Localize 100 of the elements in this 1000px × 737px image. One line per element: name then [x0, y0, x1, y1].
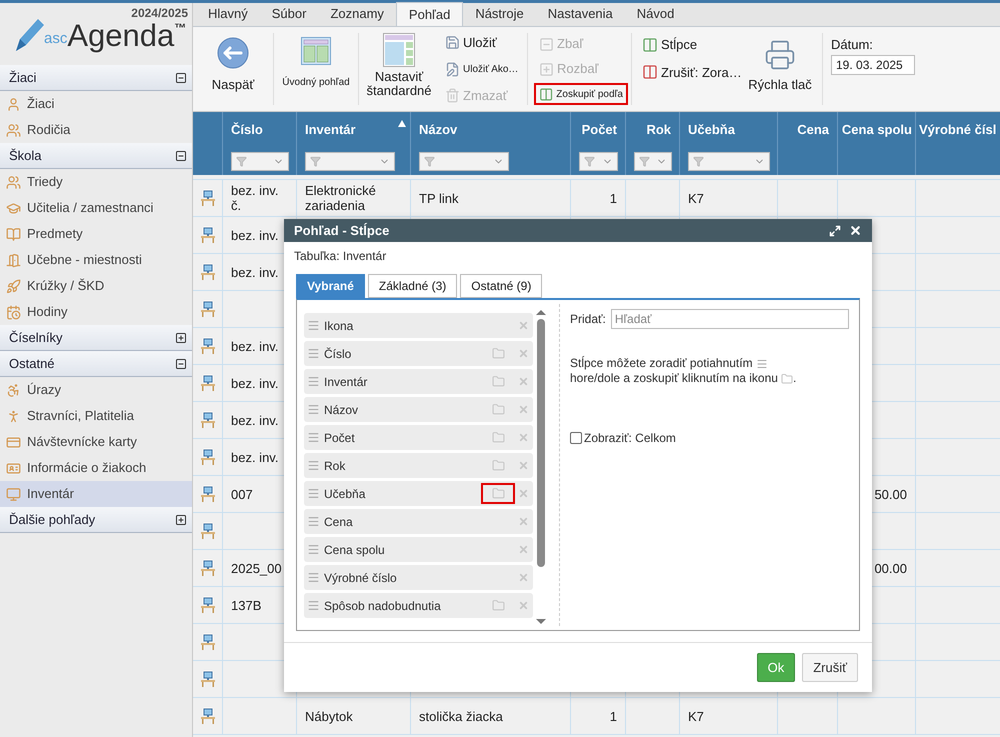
item-icon: [6, 486, 21, 502]
filter-dropdown[interactable]: [305, 152, 395, 170]
school-year: 2024/2025: [131, 5, 188, 22]
group-button[interactable]: Zoskupiť podľa: [534, 83, 628, 105]
column-list-item[interactable]: Cena: [304, 509, 533, 534]
column-list-item[interactable]: Cena spolu: [304, 537, 533, 562]
column-header[interactable]: Učebňa: [680, 112, 778, 175]
filter-dropdown[interactable]: [419, 152, 509, 170]
save-icon: [445, 35, 460, 50]
printer-icon: [764, 39, 796, 71]
filter-icon: [584, 156, 595, 166]
sidebar-item[interactable]: Učitelia / zamestnanci: [0, 195, 192, 221]
remove-icon: [518, 488, 529, 499]
column-header[interactable]: Rok: [626, 112, 680, 175]
drag-handle-icon: [307, 431, 320, 444]
folder-icon: [492, 459, 504, 472]
sidebar-item[interactable]: Učebne - miestnosti: [0, 247, 192, 273]
column-list-item[interactable]: Výrobné číslo: [304, 565, 533, 590]
sidebar-item[interactable]: Návštevnícke karty: [0, 429, 192, 455]
filter-dropdown[interactable]: [634, 152, 672, 170]
quick-print-button[interactable]: Rýchla tlač: [744, 33, 816, 105]
column-header[interactable]: Výrobné čísl: [916, 112, 1000, 175]
sidebar-group-header[interactable]: Ostatné: [0, 351, 192, 377]
logo-name: Agenda: [67, 19, 174, 53]
column-header[interactable]: Názov: [411, 112, 571, 175]
trash-icon: [445, 88, 460, 103]
filter-icon: [424, 156, 435, 166]
columns-icon: [642, 36, 658, 53]
column-list-item[interactable]: Inventár: [304, 369, 533, 394]
column-button[interactable]: Zrušiť: Zora…: [642, 62, 744, 82]
column-list-item[interactable]: Počet: [304, 425, 533, 450]
sidebar-item[interactable]: Stravníci, Platitelia: [0, 403, 192, 429]
sidebar-item[interactable]: Rodičia: [0, 117, 192, 143]
item-icon: [6, 200, 21, 216]
dialog-tab[interactable]: Základné (3): [368, 274, 458, 298]
sidebar-group-header[interactable]: Žiaci: [0, 65, 192, 91]
sidebar-item[interactable]: Krúžky / ŠKD: [0, 273, 192, 299]
column-list-item[interactable]: Spôsob nadobudnutia: [304, 593, 533, 618]
column-list-item[interactable]: Názov: [304, 397, 533, 422]
column-header[interactable]: Inventár: [297, 112, 411, 175]
menu-tab[interactable]: Návod: [624, 2, 686, 26]
trademark-sign: ™: [174, 20, 186, 35]
column-list-item[interactable]: Ikona: [304, 313, 533, 338]
dialog-tab[interactable]: Vybrané: [296, 274, 365, 298]
file-button[interactable]: Uložiť: [445, 33, 523, 52]
column-header[interactable]: Číslo: [223, 112, 297, 175]
sidebar-item[interactable]: Informácie o žiakoch: [0, 455, 192, 481]
sidebar-item[interactable]: Žiaci: [0, 91, 192, 117]
layout-icon: [301, 37, 331, 65]
reset-view-button[interactable]: Nastaviť štandardné: [359, 33, 439, 105]
column-header[interactable]: Cena: [778, 112, 838, 175]
maximize-icon[interactable]: [829, 224, 841, 236]
filter-dropdown[interactable]: [579, 152, 618, 170]
search-field[interactable]: Hľadať: [610, 309, 849, 329]
dialog-tab[interactable]: Ostatné (9): [460, 274, 542, 298]
home-view-button[interactable]: Úvodný pohľad: [274, 33, 358, 105]
menu-tab[interactable]: Hlavný: [196, 2, 260, 26]
table-cell: 007: [231, 486, 253, 502]
column-button[interactable]: Stĺpce: [642, 35, 744, 54]
sidebar-group-header[interactable]: Číselníky: [0, 325, 192, 351]
sidebar-item[interactable]: Predmety: [0, 221, 192, 247]
menu-tab[interactable]: Nástroje: [463, 2, 536, 26]
remove-icon: [518, 432, 529, 443]
menu-tab[interactable]: Zoznamy: [318, 2, 396, 26]
menu-tab[interactable]: Súbor: [260, 2, 318, 26]
remove-icon: [518, 348, 529, 359]
sidebar-item[interactable]: Hodiny: [0, 299, 192, 325]
group-by-button[interactable]: [481, 483, 515, 504]
column-header[interactable]: Cena spolu: [838, 112, 916, 175]
remove-icon: [518, 600, 529, 611]
layout-icon: [383, 33, 415, 67]
table-cell: 137B: [231, 598, 262, 612]
filter-dropdown[interactable]: [688, 152, 770, 170]
file-button[interactable]: Uložiť Ako…: [445, 62, 523, 76]
sidebar-item[interactable]: Triedy: [0, 169, 192, 195]
edit-file-icon: [445, 62, 460, 76]
back-button[interactable]: Naspäť: [193, 33, 273, 105]
close-icon[interactable]: [849, 224, 862, 237]
column-list-item[interactable]: Učebňa: [304, 481, 533, 506]
menu-tab[interactable]: Pohľad: [396, 2, 464, 26]
filter-dropdown[interactable]: [231, 152, 289, 170]
table-cell: 1: [610, 190, 617, 206]
column-list-item[interactable]: Číslo: [304, 341, 533, 366]
sidebar-item[interactable]: Inventár: [0, 481, 192, 507]
item-icon: [6, 226, 21, 242]
menu-tab[interactable]: Nastavenia: [536, 2, 625, 26]
show-total-checkbox[interactable]: Zobraziť: Celkom: [570, 429, 849, 447]
drag-handle-icon: [307, 459, 320, 472]
desk-icon: [200, 449, 216, 465]
column-header[interactable]: Počet: [571, 112, 626, 175]
sidebar-item[interactable]: Úrazy: [0, 377, 192, 403]
table-cell-text: Elektronické zariadenia: [305, 183, 377, 213]
table-cell: K7: [688, 708, 704, 724]
table-cell: Nábytok: [305, 708, 353, 724]
column-list-item[interactable]: Rok: [304, 453, 533, 478]
date-field[interactable]: 19. 03. 2025: [831, 54, 915, 74]
desk-icon: [200, 338, 216, 354]
sidebar-group-header[interactable]: Ďalšie pohľady: [0, 507, 192, 533]
sidebar-group-header[interactable]: Škola: [0, 143, 192, 169]
cancel-button[interactable]: Zrušiť: [802, 653, 858, 682]
